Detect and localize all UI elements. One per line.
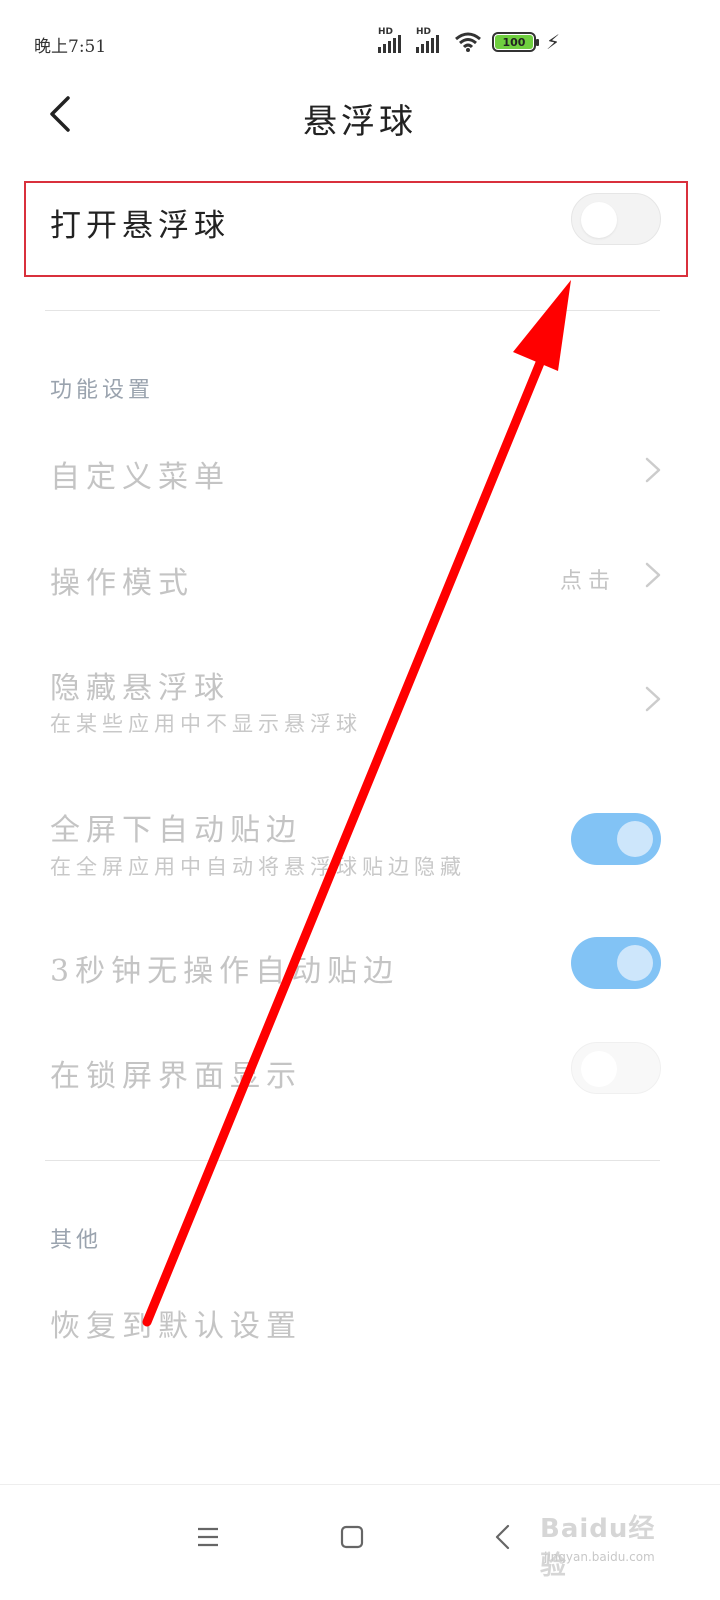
- switch-knob: [581, 1051, 617, 1087]
- home-button[interactable]: [324, 1509, 380, 1565]
- chevron-right-icon: [645, 562, 661, 588]
- switch-knob: [581, 202, 617, 238]
- open-floating-ball-switch[interactable]: [571, 193, 661, 245]
- divider: [45, 1160, 660, 1161]
- divider: [45, 310, 660, 311]
- restore-defaults-item[interactable]: 恢复到默认设置: [50, 1301, 302, 1345]
- idle-edge-switch[interactable]: [571, 937, 661, 989]
- baidu-watermark: Baidu经验 jingyan.baidu.com: [540, 1490, 680, 1590]
- operation-mode-value: 点击: [559, 569, 616, 594]
- status-bar: 晚上7:51 HD HD 100 ⚡: [0, 0, 720, 86]
- signal-hd-icon: HD: [415, 27, 444, 53]
- section-header-function-settings: 功能设置: [50, 378, 155, 403]
- lockscreen-show-switch[interactable]: [571, 1042, 661, 1094]
- charging-bolt-icon: ⚡: [545, 30, 560, 54]
- home-square-icon: [340, 1525, 364, 1549]
- hide-floating-ball-item[interactable]: 隐藏悬浮球: [50, 663, 230, 707]
- fullscreen-edge-switch[interactable]: [571, 813, 661, 865]
- fullscreen-edge-subtitle: 在全屏应用中自动将悬浮球贴边隐藏: [50, 855, 466, 879]
- battery-icon: 100: [491, 32, 539, 52]
- chevron-right-icon: [645, 686, 661, 712]
- lockscreen-show-item: 在锁屏界面显示: [50, 1059, 302, 1094]
- page-title: 悬浮球: [303, 102, 417, 142]
- custom-menu-item[interactable]: 自定义菜单: [50, 452, 230, 496]
- back-triangle-icon: [495, 1524, 510, 1550]
- hide-floating-ball-subtitle: 在某些应用中不显示悬浮球: [50, 712, 362, 736]
- operation-mode-item[interactable]: 操作模式: [50, 558, 194, 602]
- fullscreen-edge-item: 全屏下自动贴边: [50, 813, 302, 848]
- section-header-other: 其他: [50, 1228, 103, 1253]
- idle-edge-item: 3秒钟无操作自动贴边: [50, 954, 400, 989]
- signal-hd-icon: HD: [377, 27, 406, 53]
- watermark-text: Baidu经验: [540, 1514, 656, 1581]
- switch-knob: [617, 945, 653, 981]
- wifi-icon: [454, 31, 482, 53]
- open-floating-ball-label: 打开悬浮球: [50, 208, 230, 244]
- chevron-right-icon: [645, 457, 661, 483]
- menu-button[interactable]: [180, 1509, 236, 1565]
- battery-level: 100: [494, 35, 533, 49]
- menu-icon: [198, 1527, 218, 1547]
- signal-hd-label: HD: [377, 27, 393, 37]
- watermark-url: jingyan.baidu.com: [544, 1550, 655, 1564]
- nav-back-button[interactable]: [474, 1509, 530, 1565]
- status-time: 晚上7:51: [34, 37, 107, 57]
- status-icons: HD HD 100 ⚡: [377, 27, 560, 56]
- switch-knob: [617, 821, 653, 857]
- signal-hd-label: HD: [415, 27, 431, 37]
